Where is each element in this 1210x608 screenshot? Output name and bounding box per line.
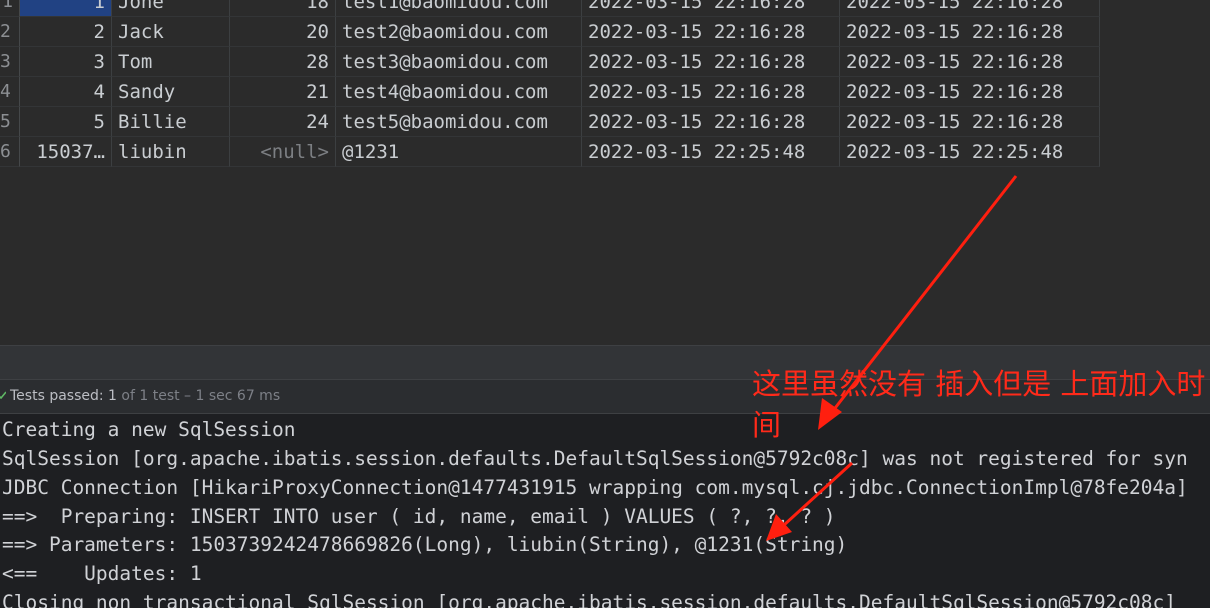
cell-create-time[interactable]: 2022-03-15 22:16:28 [582,17,840,47]
cell-update-time[interactable]: 2022-03-15 22:16:28 [840,77,1100,107]
row-number: 2 [0,17,20,47]
cell-update-time[interactable]: 2022-03-15 22:16:28 [840,47,1100,77]
status-detail: of 1 test – 1 sec 67 ms [121,388,281,404]
cell-id[interactable]: 2 [20,17,112,47]
cell-name[interactable]: Jack [112,17,230,47]
cell-name[interactable]: Jone [112,0,230,17]
row-number: 3 [0,47,20,77]
cell-id[interactable]: 4 [20,77,112,107]
cell-name[interactable]: Tom [112,47,230,77]
status-label: Tests passed: [10,388,104,404]
cell-update-time[interactable]: 2022-03-15 22:16:28 [840,0,1100,17]
cell-name[interactable]: liubin [112,137,230,167]
console-line: <== Updates: 1 [2,562,202,585]
console-line: JDBC Connection [HikariProxyConnection@1… [2,476,1188,499]
row-number: 5 [0,107,20,137]
table-row[interactable]: 1 1 Jone 18 test1@baomidou.com 2022-03-1… [0,0,1100,17]
cell-create-time[interactable]: 2022-03-15 22:16:28 [582,107,840,137]
cell-email[interactable]: test2@baomidou.com [336,17,582,47]
cell-email[interactable]: test3@baomidou.com [336,47,582,77]
status-count: 1 [108,388,117,404]
cell-create-time[interactable]: 2022-03-15 22:16:28 [582,47,840,77]
cell-create-time[interactable]: 2022-03-15 22:16:28 [582,77,840,107]
cell-update-time[interactable]: 2022-03-15 22:16:28 [840,17,1100,47]
console-line: Creating a new SqlSession [2,418,296,441]
annotation-note: 这里虽然没有 插入但是 上面加入时间 [752,367,1206,442]
cell-email[interactable]: test5@baomidou.com [336,107,582,137]
cell-age[interactable]: 18 [230,0,336,17]
cell-create-time[interactable]: 2022-03-15 22:16:28 [582,0,840,17]
cell-create-time[interactable]: 2022-03-15 22:25:48 [582,137,840,167]
table-row[interactable]: 6 15037… liubin <null> @1231 2022-03-15 … [0,137,1100,167]
cell-age[interactable]: 20 [230,17,336,47]
table-row[interactable]: 3 3 Tom 28 test3@baomidou.com 2022-03-15… [0,47,1100,77]
result-grid: 1 1 Jone 18 test1@baomidou.com 2022-03-1… [0,0,1210,345]
table-row[interactable]: 2 2 Jack 20 test2@baomidou.com 2022-03-1… [0,17,1100,47]
console-line: Closing non transactional SqlSession [or… [2,591,1176,608]
table-row[interactable]: 4 4 Sandy 21 test4@baomidou.com 2022-03-… [0,77,1100,107]
cell-age[interactable]: 24 [230,107,336,137]
console-line: ==> Preparing: INSERT INTO user ( id, na… [2,505,836,528]
cell-id[interactable]: 5 [20,107,112,137]
cell-age[interactable]: <null> [230,137,336,167]
cell-name[interactable]: Billie [112,107,230,137]
row-number: 6 [0,137,20,167]
check-icon [0,391,6,399]
cell-email[interactable]: test4@baomidou.com [336,77,582,107]
cell-age[interactable]: 21 [230,77,336,107]
tests-passed-text: Tests passed: 1 of 1 test – 1 sec 67 ms [10,388,280,404]
cell-id[interactable]: 15037… [20,137,112,167]
cell-id[interactable]: 1 [20,0,112,17]
cell-age[interactable]: 28 [230,47,336,77]
console-line: ==> Parameters: 1503739242478669826(Long… [2,533,848,556]
console-line: SqlSession [org.apache.ibatis.session.de… [2,447,1188,470]
cell-update-time[interactable]: 2022-03-15 22:16:28 [840,107,1100,137]
cell-update-time[interactable]: 2022-03-15 22:25:48 [840,137,1100,167]
cell-email[interactable]: @1231 [336,137,582,167]
cell-name[interactable]: Sandy [112,77,230,107]
row-number: 1 [0,0,20,17]
cell-email[interactable]: test1@baomidou.com [336,0,582,17]
table-row[interactable]: 5 5 Billie 24 test5@baomidou.com 2022-03… [0,107,1100,137]
cell-id[interactable]: 3 [20,47,112,77]
row-number: 4 [0,77,20,107]
